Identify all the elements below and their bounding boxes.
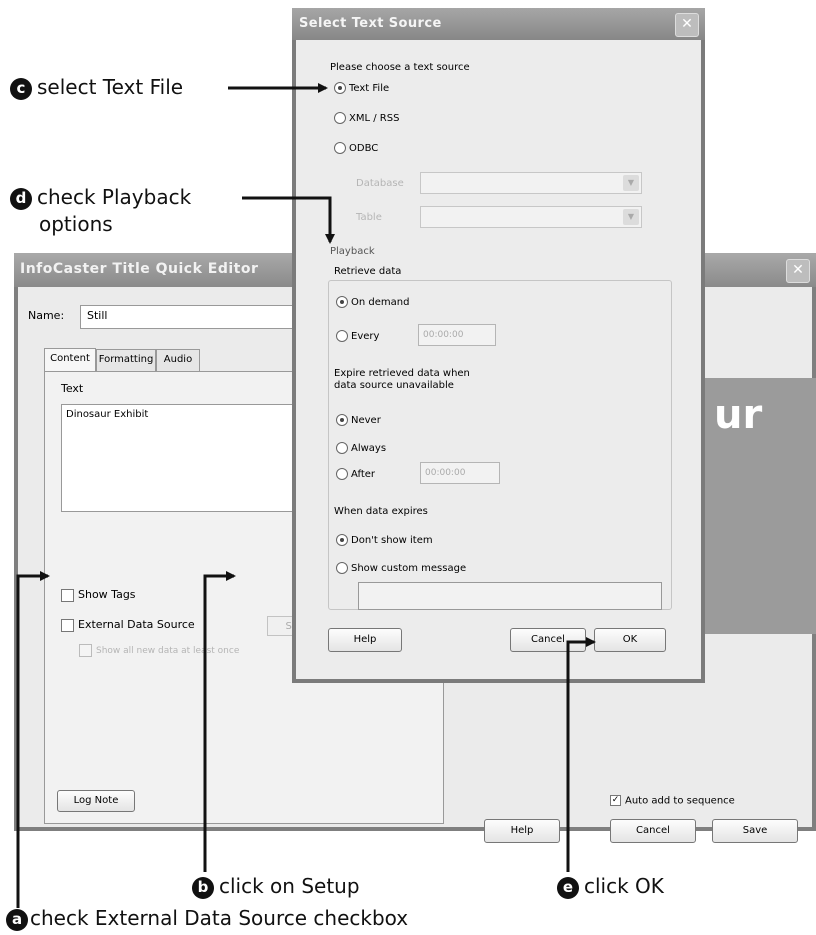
never-option[interactable]: Never xyxy=(336,414,381,426)
retrieve-data-label: Retrieve data xyxy=(334,266,402,277)
annotation-a-text: check External Data Source checkbox xyxy=(30,906,409,930)
badge-c: c xyxy=(10,78,32,100)
show-tags-row[interactable]: Show Tags xyxy=(61,588,136,602)
dialog-body: Please choose a text source Text File XM… xyxy=(296,40,701,679)
dialog-title-bar[interactable]: Select Text Source ✕ xyxy=(292,8,705,40)
expire-label-line1: Expire retrieved data when xyxy=(334,368,470,379)
annotation-d: d check Playback xyxy=(10,185,191,210)
dont-show-radio[interactable] xyxy=(336,534,348,546)
playback-label: Playback xyxy=(330,246,378,257)
always-label: Always xyxy=(351,443,387,454)
preview-text: ur xyxy=(714,392,763,438)
show-tags-checkbox[interactable] xyxy=(61,588,74,602)
database-label: Database xyxy=(356,178,404,189)
always-radio[interactable] xyxy=(336,442,348,454)
show-all-new-data-row[interactable]: Show all new data at least once xyxy=(79,644,239,657)
annotation-b-text: click on Setup xyxy=(219,874,360,898)
after-label: After xyxy=(351,469,376,480)
show-custom-option[interactable]: Show custom message xyxy=(336,562,466,574)
dialog-title: Select Text Source xyxy=(299,16,442,31)
auto-add-label: Auto add to sequence xyxy=(625,795,735,807)
source-prompt: Please choose a text source xyxy=(330,62,470,73)
name-label: Name: xyxy=(28,309,65,322)
never-radio[interactable] xyxy=(336,414,348,426)
odbc-radio[interactable] xyxy=(334,142,346,154)
auto-add-checkbox[interactable]: ✓ xyxy=(610,795,621,806)
name-input[interactable]: Still xyxy=(80,305,310,329)
editor-window-title: InfoCaster Title Quick Editor xyxy=(20,261,259,277)
editor-close-icon[interactable]: ✕ xyxy=(786,259,810,283)
table-label: Table xyxy=(356,212,382,223)
annotation-c-text: select Text File xyxy=(37,75,184,99)
annotation-a: a check External Data Source checkbox xyxy=(6,906,408,931)
show-custom-radio[interactable] xyxy=(336,562,348,574)
text-file-radio[interactable] xyxy=(334,82,346,94)
badge-d: d xyxy=(10,188,32,210)
annotation-b: b click on Setup xyxy=(192,874,360,899)
text-file-label: Text File xyxy=(349,83,390,94)
chevron-down-icon: ▼ xyxy=(623,175,639,191)
after-radio[interactable] xyxy=(336,468,348,480)
annotation-e: e click OK xyxy=(557,874,664,899)
dont-show-label: Don't show item xyxy=(351,535,433,546)
external-data-source-label: External Data Source xyxy=(78,618,195,631)
external-data-source-row[interactable]: External Data Source xyxy=(61,618,195,632)
on-demand-option[interactable]: On demand xyxy=(336,296,409,308)
never-label: Never xyxy=(351,415,381,426)
on-demand-label: On demand xyxy=(351,297,410,308)
source-option-text-file[interactable]: Text File xyxy=(334,82,389,94)
annotation-d-line2: options xyxy=(39,212,113,236)
annotation-d-text-line1: check Playback xyxy=(37,185,192,209)
every-interval-field[interactable]: 00:00:00 xyxy=(418,324,496,346)
editor-save-button[interactable]: Save xyxy=(712,819,798,843)
dialog-close-icon[interactable]: ✕ xyxy=(675,13,699,37)
editor-cancel-button[interactable]: Cancel xyxy=(610,819,696,843)
badge-e: e xyxy=(557,877,579,899)
annotation-d-text-line2: options xyxy=(39,212,113,236)
show-all-new-data-checkbox[interactable] xyxy=(79,644,92,657)
expire-label-line2: data source unavailable xyxy=(334,380,454,391)
dialog-help-button[interactable]: Help xyxy=(328,628,402,652)
source-option-odbc[interactable]: ODBC xyxy=(334,142,378,154)
dont-show-option[interactable]: Don't show item xyxy=(336,534,433,546)
external-data-source-checkbox[interactable] xyxy=(61,618,74,632)
dialog-cancel-button[interactable]: Cancel xyxy=(510,628,586,652)
on-demand-radio[interactable] xyxy=(336,296,348,308)
show-tags-label: Show Tags xyxy=(78,588,136,601)
auto-add-row[interactable]: ✓ Auto add to sequence xyxy=(610,795,735,807)
text-label: Text xyxy=(61,382,84,395)
after-option[interactable]: After xyxy=(336,468,375,480)
xml-rss-label: XML / RSS xyxy=(349,113,400,124)
show-custom-label: Show custom message xyxy=(351,563,467,574)
when-expires-label: When data expires xyxy=(334,506,428,517)
tab-content[interactable]: Content xyxy=(44,348,96,372)
every-radio[interactable] xyxy=(336,330,348,342)
badge-a: a xyxy=(6,909,28,931)
chevron-down-icon: ▼ xyxy=(623,209,639,225)
select-text-source-dialog: Select Text Source ✕ Please choose a tex… xyxy=(292,8,705,683)
xml-rss-radio[interactable] xyxy=(334,112,346,124)
annotation-c: c select Text File xyxy=(10,75,183,100)
source-option-xml-rss[interactable]: XML / RSS xyxy=(334,112,399,124)
show-all-new-data-label: Show all new data at least once xyxy=(96,646,240,656)
tab-audio[interactable]: Audio xyxy=(156,349,200,371)
custom-message-field[interactable] xyxy=(358,582,662,610)
database-select[interactable]: ▼ xyxy=(420,172,642,194)
always-option[interactable]: Always xyxy=(336,442,386,454)
after-interval-field[interactable]: 00:00:00 xyxy=(420,462,500,484)
editor-help-button[interactable]: Help xyxy=(484,819,560,843)
badge-b: b xyxy=(192,877,214,899)
every-option[interactable]: Every xyxy=(336,330,379,342)
annotation-e-text: click OK xyxy=(584,874,664,898)
odbc-label: ODBC xyxy=(349,143,379,154)
table-select[interactable]: ▼ xyxy=(420,206,642,228)
log-note-button[interactable]: Log Note xyxy=(57,790,135,812)
dialog-ok-button[interactable]: OK xyxy=(594,628,666,652)
tab-formatting[interactable]: Formatting xyxy=(96,349,156,371)
every-label: Every xyxy=(351,331,380,342)
